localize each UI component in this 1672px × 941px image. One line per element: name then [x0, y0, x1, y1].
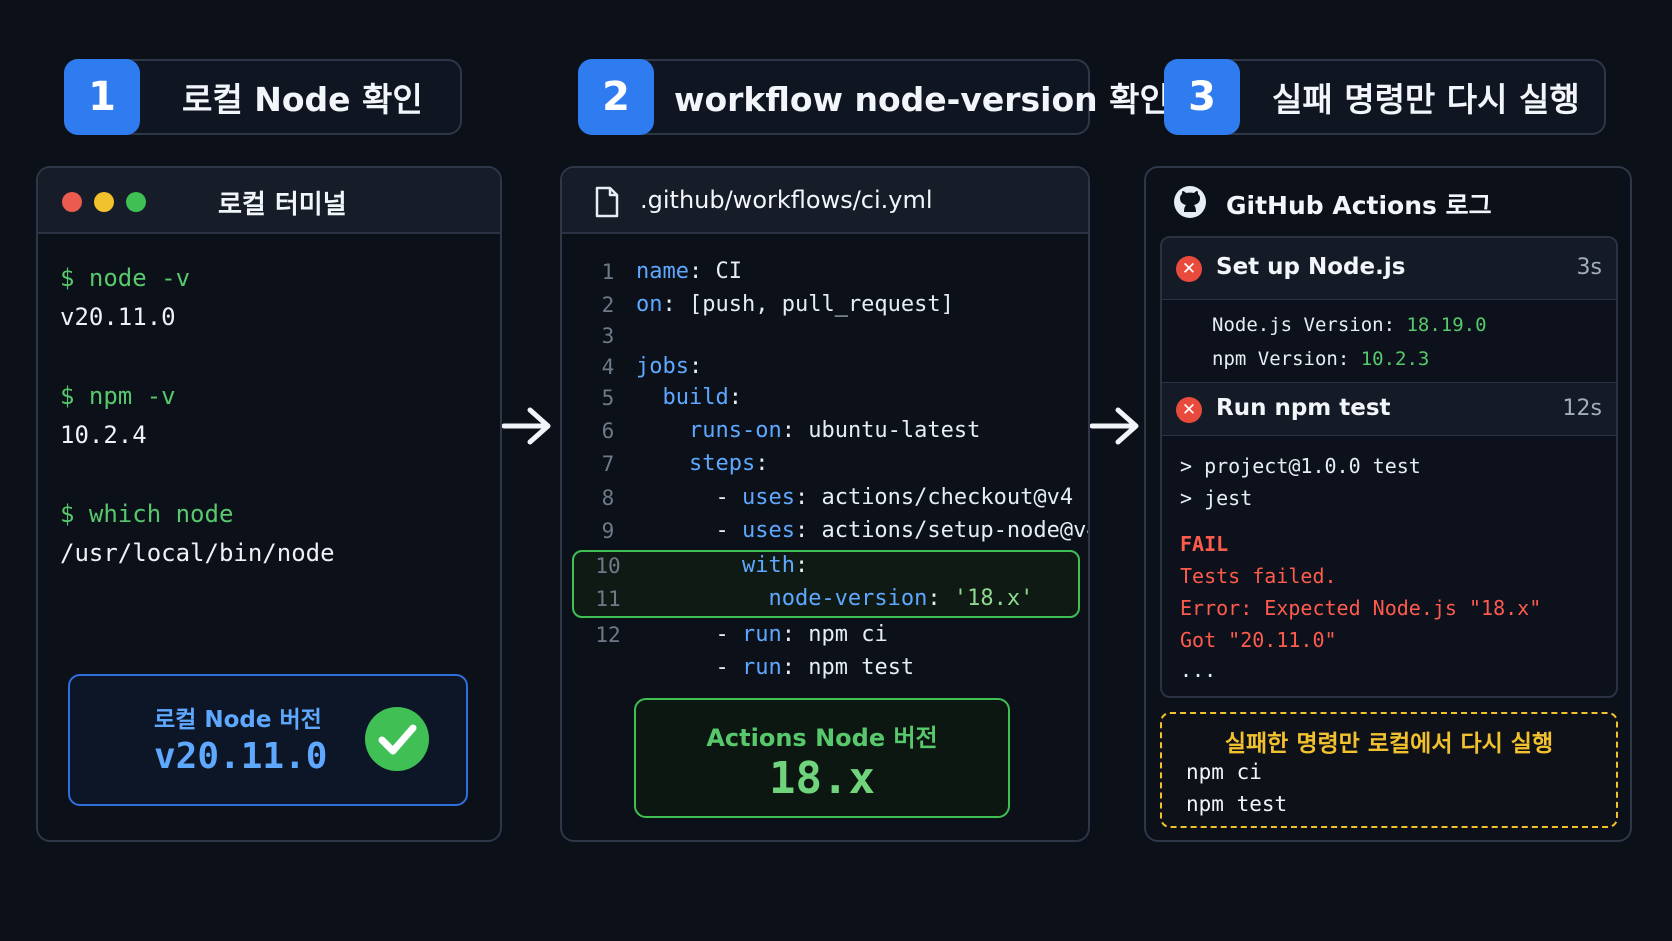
log-step-setup-node[interactable]: ✕ Set up Node.js 3s	[1162, 238, 1616, 300]
step-name: Run npm test	[1216, 395, 1391, 421]
version-card-value: v20.11.0	[154, 736, 328, 777]
version-card-value: 18.x	[769, 753, 875, 804]
code-line: - run: npm test	[636, 655, 915, 680]
terminal-command: $ which node	[60, 500, 234, 528]
code-line: build:	[662, 385, 742, 410]
local-node-version-card: 로컬 Node 버전 v20.11.0	[68, 674, 468, 806]
code-line: name: CI	[636, 259, 742, 284]
log-detail: Node.js Version: 18.19.0	[1212, 314, 1487, 336]
job-log: ✕ Set up Node.js 3s Node.js Version: 18.…	[1160, 236, 1618, 698]
code-line: - uses: actions/setup-node@v4	[636, 518, 1090, 543]
github-actions-panel: GitHub Actions 로그 ✕ Set up Node.js 3s No…	[1144, 166, 1632, 842]
check-circle-icon	[365, 707, 429, 771]
step-number-badge: 3	[1164, 59, 1240, 135]
line-number: 4	[601, 355, 615, 379]
step-title: 실패 명령만 다시 실행	[1272, 80, 1580, 119]
terminal-title: 로컬 터미널	[218, 190, 347, 220]
step-1-header: 1 로컬 Node 확인	[64, 59, 462, 135]
line-number: 5	[601, 386, 615, 410]
step-2-header: 2 workflow node-version 확인	[578, 59, 1170, 135]
line-number: 6	[601, 419, 615, 443]
version-card-label: Actions Node 버전	[706, 724, 938, 752]
line-number: 12	[595, 623, 621, 647]
step-duration: 12s	[1562, 396, 1602, 421]
x-circle-icon: ✕	[1176, 397, 1202, 423]
terminal-command: $ node -v	[60, 264, 191, 292]
line-number: 10	[595, 554, 621, 578]
step-number-badge: 1	[64, 59, 140, 135]
code-line: - run: npm ci	[636, 622, 888, 647]
log-line: > jest	[1180, 486, 1253, 510]
minimize-window-button[interactable]	[94, 192, 114, 212]
code-line: on: [push, pull_request]	[636, 292, 954, 317]
rerun-command: npm test	[1186, 792, 1288, 816]
log-line: FAIL	[1180, 532, 1229, 556]
terminal-title-bar: 로컬 터미널	[38, 168, 500, 234]
terminal-output: /usr/local/bin/node	[60, 539, 335, 567]
workflow-filename: .github/workflows/ci.yml	[640, 186, 933, 214]
log-line: ...	[1180, 658, 1217, 682]
maximize-window-button[interactable]	[126, 192, 146, 212]
line-number: 7	[601, 452, 615, 476]
actions-title: GitHub Actions 로그	[1226, 191, 1492, 220]
terminal-output: 10.2.4	[60, 421, 147, 449]
line-number: 2	[601, 293, 615, 317]
terminal-output: v20.11.0	[60, 303, 176, 331]
actions-header: GitHub Actions 로그	[1146, 168, 1630, 234]
code-line: runs-on: ubuntu-latest	[688, 418, 981, 443]
rerun-hint-title: 실패한 명령만 로컬에서 다시 실행	[1224, 731, 1554, 757]
line-number: 11	[595, 587, 621, 611]
rerun-hint-box: 실패한 명령만 로컬에서 다시 실행 npm ci npm test	[1160, 712, 1618, 828]
arrow-right-icon	[501, 407, 551, 445]
workflow-file-panel: .github/workflows/ci.yml 1 name: CI 2 on…	[560, 166, 1090, 842]
code-line: - uses: actions/checkout@v4	[636, 485, 1074, 510]
step-duration: 3s	[1576, 255, 1602, 280]
close-window-button[interactable]	[62, 192, 82, 212]
code-line: jobs:	[636, 354, 703, 379]
log-line: > project@1.0.0 test	[1180, 454, 1421, 478]
local-terminal-panel: 로컬 터미널 $ node -v v20.11.0 $ npm -v 10.2.…	[36, 166, 502, 842]
log-line: Got "20.11.0"	[1180, 628, 1337, 652]
code-line: steps:	[688, 451, 769, 476]
rerun-command: npm ci	[1186, 760, 1262, 784]
log-detail: npm Version: 10.2.3	[1212, 348, 1430, 370]
terminal-command: $ npm -v	[60, 382, 176, 410]
file-tab-bar: .github/workflows/ci.yml	[562, 168, 1088, 234]
line-number: 8	[601, 486, 615, 510]
code-line: node-version: '18.x'	[768, 586, 1034, 611]
arrow-right-icon	[1089, 407, 1139, 445]
log-line: Tests failed.	[1180, 564, 1337, 588]
step-title: 로컬 Node 확인	[182, 80, 423, 119]
file-icon	[595, 186, 619, 218]
log-line: Error: Expected Node.js "18.x"	[1180, 596, 1542, 620]
github-icon	[1174, 186, 1206, 218]
log-step-run-npm-test[interactable]: ✕ Run npm test 12s	[1162, 382, 1616, 436]
line-number: 1	[601, 260, 615, 284]
step-number-badge: 2	[578, 59, 654, 135]
code-line: with:	[741, 553, 809, 578]
step-3-header: 3 실패 명령만 다시 실행	[1164, 59, 1606, 135]
actions-node-version-card: Actions Node 버전 18.x	[634, 698, 1010, 818]
version-card-label: 로컬 Node 버전	[154, 707, 322, 733]
step-title: workflow node-version 확인	[674, 80, 1170, 119]
line-number: 9	[601, 519, 615, 543]
line-number: 3	[601, 324, 615, 348]
step-name: Set up Node.js	[1216, 254, 1406, 280]
x-circle-icon: ✕	[1176, 256, 1202, 282]
